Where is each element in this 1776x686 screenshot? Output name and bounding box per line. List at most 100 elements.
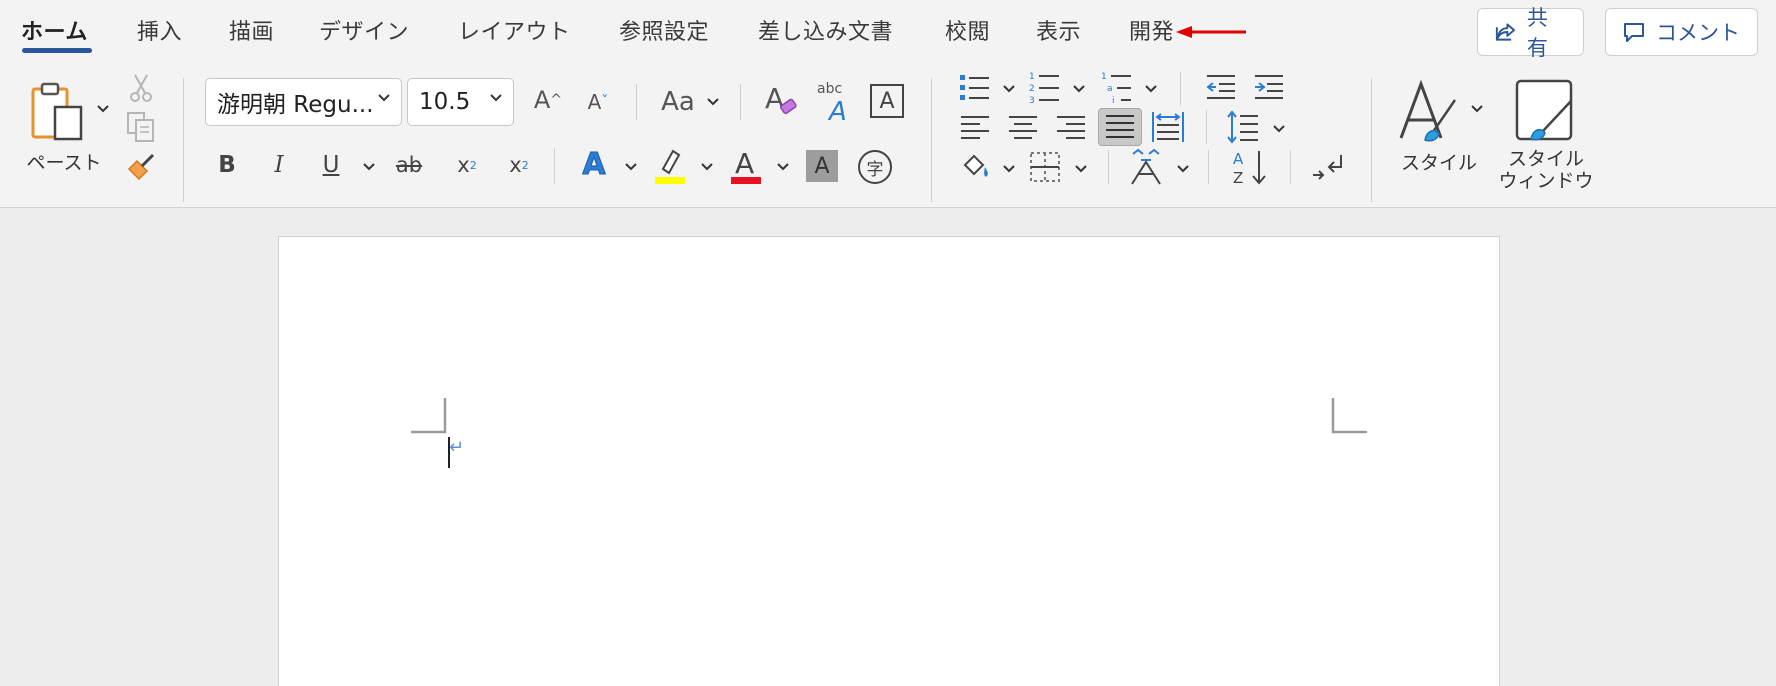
- justify-icon[interactable]: [1098, 108, 1142, 146]
- asian-layout-icon[interactable]: [1128, 148, 1164, 186]
- shrink-font-icon[interactable]: Aˇ: [580, 84, 616, 120]
- bullets-chevron-icon[interactable]: [1002, 84, 1016, 94]
- styles-pane-label-line2: ウィンドウ: [1498, 170, 1594, 192]
- styles-pane-label: スタイル ウィンドウ: [1494, 148, 1598, 192]
- underline-chevron-icon[interactable]: [362, 162, 376, 172]
- font-color-chevron-icon[interactable]: [776, 162, 790, 172]
- numbering-icon[interactable]: 1 2 3: [1028, 70, 1062, 104]
- text-effects-icon[interactable]: A: [576, 144, 612, 184]
- tab-references[interactable]: 参照設定: [619, 14, 709, 46]
- separator: [636, 84, 637, 120]
- separator: [1108, 150, 1109, 184]
- styles-pane-label-line1: スタイル: [1507, 148, 1584, 170]
- superscript-icon[interactable]: x2: [502, 148, 536, 182]
- sort-icon[interactable]: AZ: [1230, 148, 1270, 186]
- paragraph-mark: ↵: [449, 437, 465, 458]
- separator: [1206, 110, 1207, 144]
- separator: [740, 84, 741, 120]
- comment-label: コメント: [1656, 21, 1740, 45]
- line-spacing-icon[interactable]: [1226, 110, 1260, 144]
- document-page[interactable]: ↵: [278, 236, 1500, 686]
- multilevel-list-icon[interactable]: 1ai: [1100, 70, 1134, 104]
- tab-layout[interactable]: レイアウト: [458, 14, 571, 46]
- comment-button[interactable]: コメント: [1605, 8, 1758, 56]
- bold-icon[interactable]: B: [214, 148, 240, 182]
- shading-chevron-icon[interactable]: [1002, 164, 1016, 174]
- font-color-icon[interactable]: A: [728, 144, 764, 186]
- line-spacing-chevron-icon[interactable]: [1272, 124, 1286, 134]
- svg-text:i: i: [1112, 96, 1115, 104]
- styles-chevron-icon[interactable]: [1470, 104, 1484, 114]
- distributed-icon[interactable]: [1150, 110, 1186, 144]
- borders-chevron-icon[interactable]: [1074, 164, 1088, 174]
- tab-home[interactable]: ホーム: [21, 14, 88, 46]
- increase-indent-icon[interactable]: [1252, 72, 1286, 102]
- grow-font-icon[interactable]: A ^: [530, 82, 566, 118]
- chevron-down-icon: [378, 94, 390, 102]
- font-size-value: 10.5: [419, 89, 471, 115]
- separator: [1290, 150, 1291, 184]
- numbering-chevron-icon[interactable]: [1072, 84, 1086, 94]
- text-effects-chevron-icon[interactable]: [624, 162, 638, 172]
- styles-pane-icon[interactable]: [1512, 78, 1578, 144]
- phonetic-guide-icon[interactable]: abc A: [814, 78, 858, 122]
- svg-text:A: A: [765, 82, 784, 115]
- paste-icon[interactable]: [28, 80, 88, 144]
- align-center-icon[interactable]: [1006, 112, 1040, 144]
- copy-icon[interactable]: [124, 110, 158, 144]
- shading-icon[interactable]: [960, 150, 992, 184]
- paste-label: ペースト: [26, 152, 102, 174]
- separator: [1371, 78, 1372, 202]
- svg-text:a: a: [1107, 84, 1113, 94]
- svg-text:1: 1: [1101, 72, 1107, 82]
- tab-review[interactable]: 校閲: [945, 14, 990, 46]
- show-paragraph-marks-icon[interactable]: [1310, 150, 1348, 184]
- svg-text:1: 1: [1029, 72, 1035, 82]
- tab-insert[interactable]: 挿入: [137, 14, 182, 46]
- clear-formatting-icon[interactable]: A: [762, 80, 800, 120]
- active-tab-indicator: [22, 48, 92, 53]
- svg-text:A: A: [827, 97, 847, 122]
- cut-icon[interactable]: [126, 72, 156, 104]
- character-shading-icon[interactable]: A: [806, 150, 838, 182]
- asian-layout-chevron-icon[interactable]: [1176, 164, 1190, 174]
- share-label: 共有: [1526, 6, 1548, 60]
- separator: [1180, 72, 1181, 106]
- styles-icon[interactable]: [1396, 78, 1472, 144]
- share-button[interactable]: 共有: [1477, 6, 1584, 60]
- borders-icon[interactable]: [1028, 150, 1062, 184]
- red-arrow-annotation: [1176, 26, 1246, 38]
- separator: [1208, 150, 1209, 184]
- ribbon: ホーム 挿入 描画 デザイン レイアウト 参照設定 差し込み文書 校閲 表示 開…: [0, 0, 1776, 208]
- character-border-icon[interactable]: A: [870, 84, 904, 118]
- highlight-color-icon[interactable]: [652, 144, 688, 186]
- tab-view[interactable]: 表示: [1036, 14, 1081, 46]
- font-name-dropdown[interactable]: 游明朝 Regu...: [205, 78, 402, 126]
- change-case-chevron-icon[interactable]: [706, 97, 720, 107]
- format-painter-icon[interactable]: [124, 150, 158, 184]
- multilevel-chevron-icon[interactable]: [1144, 84, 1158, 94]
- tab-draw[interactable]: 描画: [229, 14, 274, 46]
- svg-text:A: A: [1233, 150, 1244, 168]
- margin-corner-top-left: [411, 398, 447, 434]
- underline-icon[interactable]: U: [318, 148, 344, 182]
- separator: [931, 78, 932, 202]
- subscript-icon[interactable]: x2: [450, 148, 484, 182]
- align-left-icon[interactable]: [958, 112, 992, 144]
- decrease-indent-icon[interactable]: [1204, 72, 1238, 102]
- highlight-chevron-icon[interactable]: [700, 162, 714, 172]
- svg-text:abc: abc: [817, 81, 842, 97]
- comment-icon: [1624, 23, 1644, 42]
- tab-developer[interactable]: 開発: [1129, 14, 1174, 46]
- align-right-icon[interactable]: [1054, 112, 1088, 144]
- font-size-dropdown[interactable]: 10.5: [407, 78, 514, 126]
- strikethrough-icon[interactable]: ab: [390, 148, 428, 182]
- tab-mailings[interactable]: 差し込み文書: [758, 14, 893, 46]
- enclose-characters-icon[interactable]: 字: [858, 150, 892, 184]
- change-case-icon[interactable]: Aa: [656, 84, 700, 120]
- svg-text:2: 2: [1029, 84, 1035, 94]
- bullets-icon[interactable]: [958, 72, 992, 104]
- tab-design[interactable]: デザイン: [319, 14, 409, 46]
- paste-options-chevron-icon[interactable]: [96, 104, 110, 114]
- italic-icon[interactable]: I: [266, 148, 292, 182]
